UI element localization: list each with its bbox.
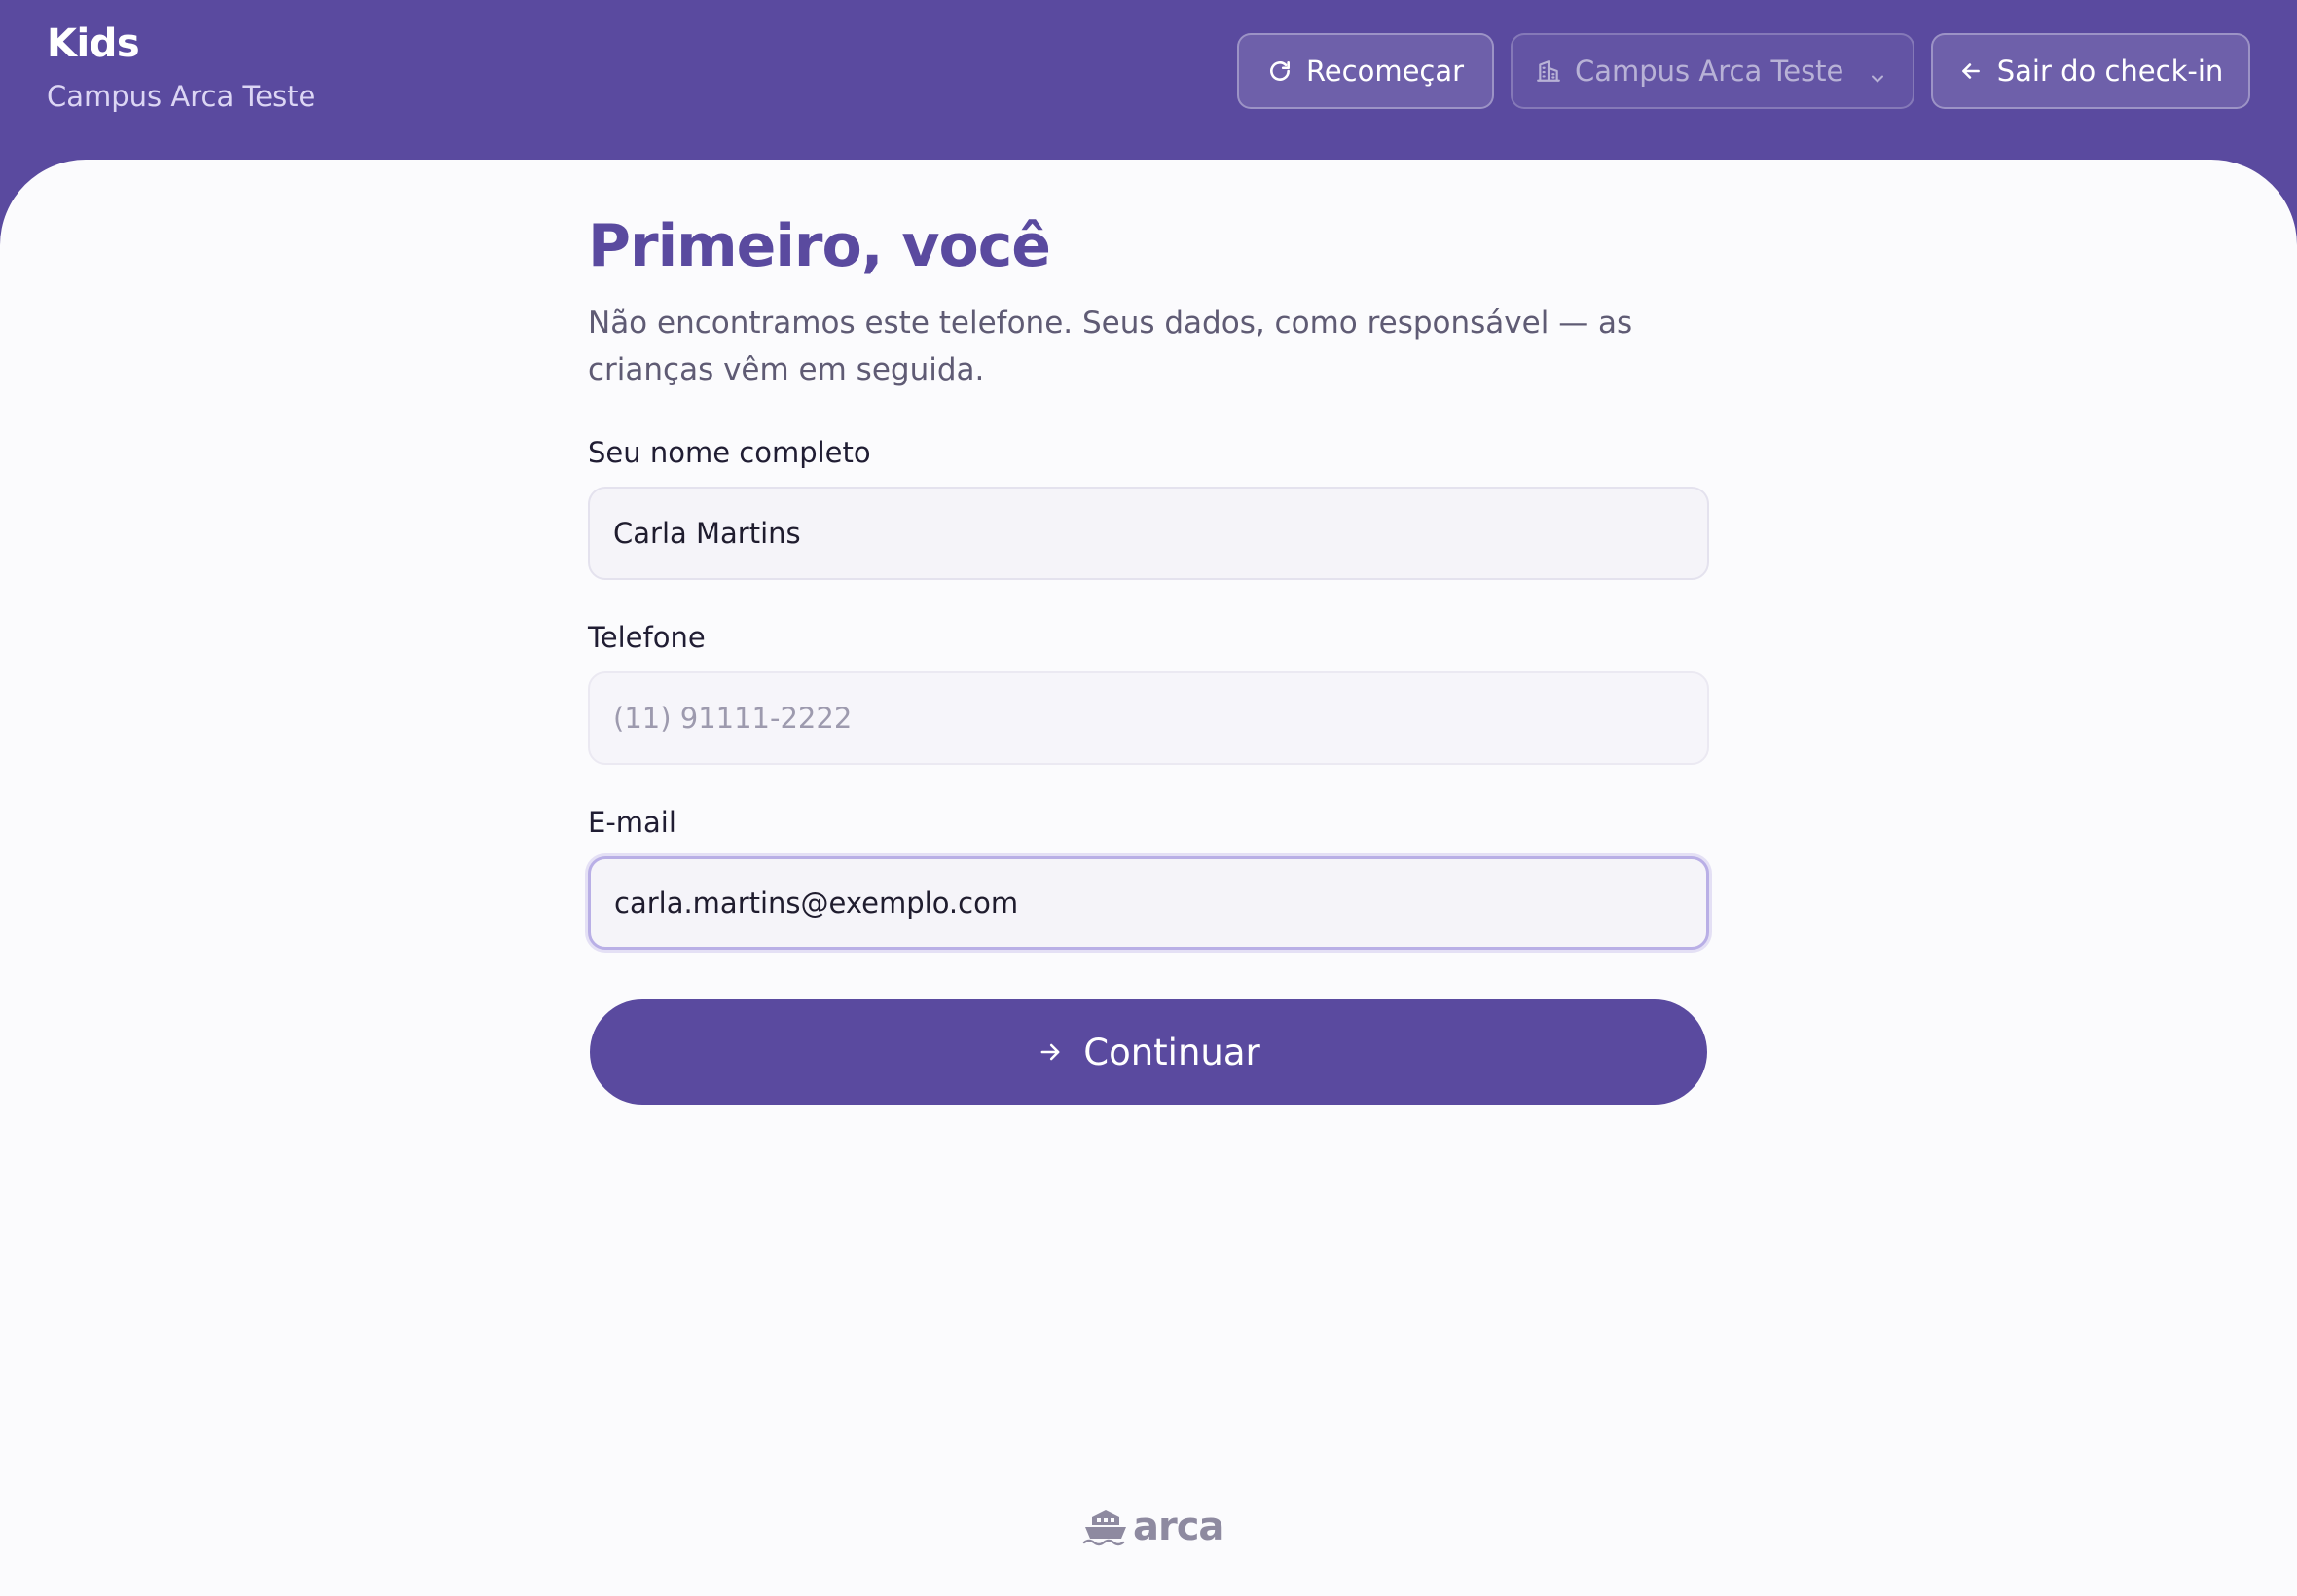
arrow-right-icon <box>1037 1038 1064 1066</box>
phone-label: Telefone <box>588 621 706 654</box>
exit-checkin-button[interactable]: Sair do check-in <box>1931 33 2250 109</box>
full-name-input[interactable] <box>588 487 1709 580</box>
email-label: E-mail <box>588 806 676 839</box>
restart-label: Recomeçar <box>1305 54 1465 88</box>
logo-wordmark: arca <box>1133 1505 1224 1549</box>
page-title: Primeiro, você <box>588 212 1051 280</box>
campus-subtitle: Campus Arca Teste <box>47 80 316 113</box>
continue-label: Continuar <box>1083 1031 1260 1073</box>
top-bar: Kids Campus Arca Teste Recomeçar Campus … <box>0 0 2297 165</box>
campus-select-value: Campus Arca Teste <box>1575 54 1844 88</box>
arrow-left-icon <box>1958 58 1984 84</box>
exit-checkin-label: Sair do check-in <box>1996 54 2224 88</box>
refresh-icon <box>1267 58 1293 84</box>
chevron-down-icon <box>1868 62 1887 95</box>
campus-select[interactable]: Campus Arca Teste <box>1511 33 1914 109</box>
arca-logo: arca <box>1082 1505 1224 1549</box>
name-label: Seu nome completo <box>588 436 871 469</box>
app-title: Kids <box>47 21 140 66</box>
restart-button[interactable]: Recomeçar <box>1237 33 1494 109</box>
email-input[interactable] <box>588 856 1709 950</box>
main-card: Primeiro, você Não encontramos este tele… <box>0 160 2297 1596</box>
continue-button[interactable]: Continuar <box>590 999 1707 1105</box>
page-description: Não encontramos este telefone. Seus dado… <box>588 306 1633 387</box>
phone-input[interactable] <box>588 671 1709 765</box>
ark-logo-icon <box>1082 1507 1129 1546</box>
building-icon <box>1536 58 1561 84</box>
